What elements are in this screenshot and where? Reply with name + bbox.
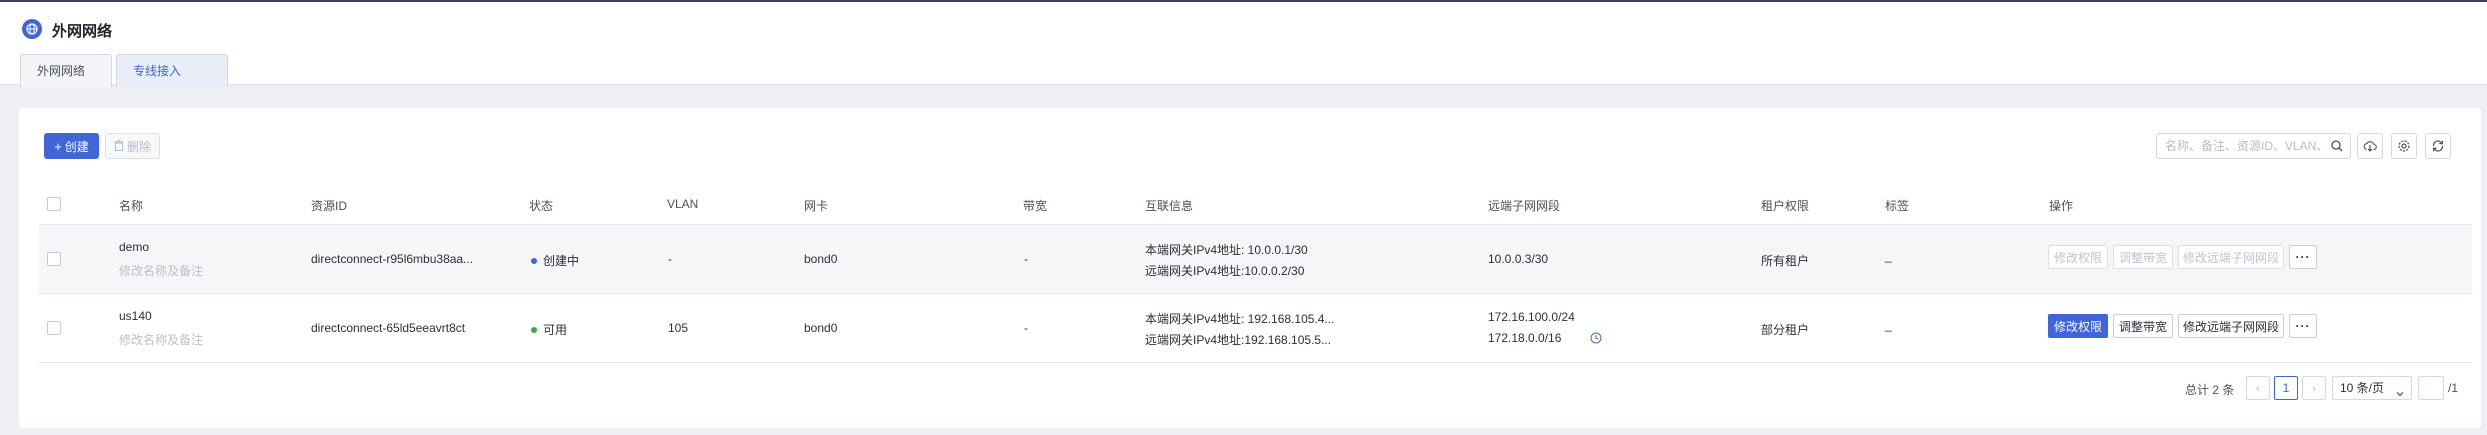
- row-checkbox[interactable]: [47, 321, 61, 335]
- delete-label: 删除: [126, 139, 151, 154]
- row-vlan: -: [668, 252, 672, 266]
- row-bandwidth: -: [1024, 321, 1028, 335]
- adjust-bandwidth-button[interactable]: 调整带宽: [2113, 314, 2173, 338]
- row-tenant: 部分租户: [1761, 323, 1810, 337]
- table-row: demo 修改名称及备注 directconnect-r95l6mbu38aa.…: [39, 225, 2472, 294]
- tab-external-network[interactable]: 外网网络: [20, 54, 112, 87]
- row-tenant: 所有租户: [1761, 254, 1810, 268]
- create-label: 创建: [64, 139, 89, 154]
- status-dot: [531, 257, 537, 264]
- col-remote-subnet: 远端子网网段: [1488, 199, 1561, 213]
- refresh-icon[interactable]: [2425, 133, 2451, 159]
- row-remote-subnet: 172.18.0.0/16: [1488, 331, 1562, 345]
- col-resource-id: 资源ID: [311, 199, 348, 213]
- col-nic: 网卡: [804, 199, 829, 213]
- create-button[interactable]: + 创建: [44, 133, 99, 159]
- tab-dedicated-line[interactable]: 专线接入: [116, 54, 228, 87]
- delete-button[interactable]: 删除: [105, 133, 160, 159]
- cloud-download-icon[interactable]: [2357, 133, 2383, 159]
- row-resource-id[interactable]: directconnect-r95l6mbu38aa...: [311, 252, 473, 266]
- page-size-select[interactable]: 10 条/页: [2332, 376, 2412, 400]
- col-vlan: VLAN: [667, 197, 699, 211]
- row-bandwidth: -: [1024, 252, 1028, 266]
- pagination-total-pages: /1: [2448, 381, 2459, 395]
- row-vlan: 105: [668, 321, 689, 335]
- page-size-label: 10 条/页: [2340, 381, 2385, 395]
- row-checkbox[interactable]: [47, 252, 61, 266]
- row-nic: bond0: [804, 321, 838, 335]
- page-jump-input[interactable]: [2418, 376, 2444, 400]
- top-header: 外网网络 外网网络 专线接入: [0, 0, 2487, 87]
- plus-icon: +: [54, 138, 62, 154]
- search-box: [2156, 133, 2351, 159]
- row-name[interactable]: demo: [119, 240, 149, 254]
- chevron-right-icon[interactable]: ›: [2302, 376, 2326, 400]
- col-tag: 标签: [1885, 199, 1910, 213]
- row-nic: bond0: [804, 252, 838, 266]
- row-resource-id[interactable]: directconnect-65ld5eeavrt8ct: [311, 321, 465, 335]
- col-bandwidth: 带宽: [1023, 199, 1048, 213]
- row-name[interactable]: us140: [119, 309, 152, 323]
- modify-remote-subnet-button[interactable]: 修改远端子网网段: [2178, 314, 2284, 338]
- modify-permission-button[interactable]: 修改权限: [2048, 245, 2108, 269]
- col-status: 状态: [529, 199, 554, 213]
- page-jump-field[interactable]: [2419, 377, 2443, 399]
- search-icon[interactable]: [2330, 139, 2344, 153]
- row-interconnect-local: 本端网关IPv4地址: 10.0.0.1/30: [1145, 243, 1308, 257]
- row-tag: _: [1885, 318, 1892, 332]
- row-remark-link[interactable]: 修改名称及备注: [119, 262, 203, 279]
- page-title: 外网网络: [52, 23, 113, 40]
- col-tenant: 租户权限: [1761, 199, 1810, 213]
- row-remark-link[interactable]: 修改名称及备注: [119, 331, 203, 348]
- row-interconnect-remote: 远端网关IPv4地址:192.168.105.5...: [1145, 333, 1332, 347]
- col-interconnect: 互联信息: [1145, 199, 1194, 213]
- status-dot: [531, 326, 537, 333]
- status-badge: 创建中: [531, 252, 579, 269]
- row-remote-subnet: 172.16.100.0/24: [1488, 310, 1575, 324]
- more-actions-button[interactable]: ···: [2289, 314, 2317, 338]
- pagination-current-page[interactable]: 1: [2274, 376, 2298, 400]
- col-name: 名称: [119, 199, 144, 213]
- row-interconnect-local: 本端网关IPv4地址: 192.168.105.4...: [1145, 312, 1335, 326]
- globe-icon: [22, 19, 42, 39]
- modify-permission-button[interactable]: 修改权限: [2048, 314, 2108, 338]
- row-interconnect-remote: 远端网关IPv4地址:10.0.0.2/30: [1145, 264, 1305, 278]
- select-all-checkbox[interactable]: [47, 197, 61, 211]
- trash-icon: [114, 139, 124, 154]
- status-text: 创建中: [543, 254, 580, 268]
- status-text: 可用: [543, 323, 568, 337]
- row-tag: _: [1885, 249, 1892, 263]
- col-actions: 操作: [2049, 199, 2074, 213]
- info-icon[interactable]: [1590, 332, 1602, 347]
- search-input[interactable]: [2165, 137, 2325, 155]
- table-row: us140 修改名称及备注 directconnect-65ld5eeavrt8…: [39, 294, 2472, 363]
- pagination-total: 总计 2 条: [2185, 383, 2235, 397]
- table-header: 名称 资源ID 状态 VLAN 网卡 带宽 互联信息 远端子网网段 租户权限 标…: [39, 183, 2472, 225]
- main-panel: + 创建 删除 名称 资源ID 状态 VLAN 网卡 带宽 互联信息 远端子网网: [19, 108, 2481, 428]
- adjust-bandwidth-button[interactable]: 调整带宽: [2113, 245, 2173, 269]
- chevron-left-icon[interactable]: ‹: [2246, 376, 2270, 400]
- more-actions-button[interactable]: ···: [2289, 245, 2317, 269]
- modify-remote-subnet-button[interactable]: 修改远端子网网段: [2178, 245, 2284, 269]
- status-badge: 可用: [531, 321, 567, 338]
- chevron-down-icon: [2395, 384, 2405, 397]
- settings-icon[interactable]: [2391, 133, 2417, 159]
- row-remote-subnet: 10.0.0.3/30: [1488, 252, 1549, 266]
